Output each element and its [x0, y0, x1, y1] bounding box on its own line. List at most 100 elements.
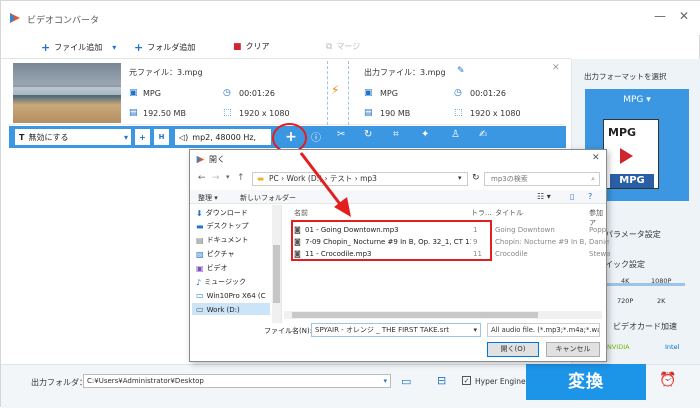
add-file-button[interactable]: + ファイル追加 ▾	[41, 41, 116, 54]
nav-label: Work (D:)	[206, 305, 240, 314]
nav-item-documents[interactable]: ▤ ドキュメント	[196, 235, 249, 245]
nav-item-desktop[interactable]: ▬ デスクトップ	[196, 221, 249, 231]
chevron-down-icon: ▾	[123, 132, 128, 142]
clear-button[interactable]: ■ クリア	[233, 41, 270, 52]
watermark-icon[interactable]: ♙	[451, 129, 460, 140]
search-placeholder: mp3の検索	[491, 175, 528, 183]
nav-item-drive-c[interactable]: ▭ Win10Pro X64 (C	[196, 291, 266, 300]
rotate-icon[interactable]: ↻	[364, 129, 372, 140]
output-duration: 00:01:26	[470, 89, 506, 98]
remove-file-icon[interactable]: ✕	[552, 63, 560, 73]
hyper-engine-checkbox[interactable]: ✓	[462, 376, 471, 385]
gpu-accel-label: ビデオカード加速	[613, 322, 677, 331]
speaker-icon: ◁)	[179, 132, 189, 142]
up-arrow-icon[interactable]: ↑	[237, 173, 245, 183]
merge-icon: ⧉	[326, 41, 333, 52]
resolution-icon: ⬚	[223, 108, 232, 118]
add-folder-button[interactable]: + フォルダ追加	[134, 41, 195, 54]
col-track[interactable]: トラ...	[471, 208, 492, 218]
file-row[interactable]: 元ファイル：3.mpg ▣ MPG ◷ 00:01:26 ▤ 192.50 MB…	[9, 59, 566, 125]
document-icon: ▤	[196, 235, 204, 245]
subtitle-edit-icon[interactable]: ✍	[479, 129, 487, 140]
text-icon: T	[19, 132, 25, 142]
merge-label: マージ	[336, 42, 361, 51]
nav-item-pictures[interactable]: ▧ ピクチャ	[196, 249, 235, 259]
cancel-button[interactable]: キャンセル	[546, 342, 600, 357]
param-settings-link[interactable]: パラメータ設定	[605, 229, 661, 240]
title-bar: ビデオコンバータ — ✕	[1, 1, 700, 35]
info-icon[interactable]: ⓘ	[311, 129, 321, 144]
refresh-icon[interactable]: ↻	[472, 173, 480, 183]
merge-button[interactable]: ⧉ マージ	[326, 41, 360, 52]
search-icon: ⌕	[591, 175, 595, 183]
forward-arrow-icon[interactable]: →	[212, 173, 220, 183]
convert-button[interactable]: 変換	[526, 364, 646, 400]
main-toolbar: + ファイル追加 ▾ + フォルダ追加 ■ クリア ⧉ マージ	[1, 35, 571, 59]
output-format: MPG	[380, 89, 398, 98]
audio-track-value: mp2, 48000 Hz,	[192, 132, 257, 142]
preview-pane-icon[interactable]: ▯	[570, 192, 574, 201]
nav-label: ドキュメント	[206, 236, 249, 244]
format-panel-title: 出力フォーマットを選択	[584, 72, 667, 81]
selected-format: MPG	[623, 95, 644, 105]
chevron-down-icon: ▾	[383, 377, 387, 385]
filesize-icon: ▤	[129, 108, 138, 118]
back-arrow-icon[interactable]: ←	[198, 173, 206, 183]
dropdown-arrow-icon[interactable]: ▾	[112, 43, 116, 52]
crop-icon[interactable]: ⌗	[393, 129, 399, 140]
filetype-select[interactable]: All audio file. (*.mp3;*.m4a;*.wa	[487, 323, 600, 337]
chevron-down-icon[interactable]: ▾	[458, 174, 462, 182]
nav-item-music[interactable]: ♪ ミュージック	[196, 277, 246, 287]
filename-label: ファイル名(N):	[264, 327, 313, 335]
file-title: Going Downtown	[495, 226, 555, 234]
col-name[interactable]: 名前	[294, 208, 308, 218]
scroll-thumb[interactable]	[273, 245, 280, 303]
chevron-down-icon: ▾	[646, 95, 651, 105]
organize-menu[interactable]: 整理 ▾	[198, 193, 218, 203]
output-resolution: 1920 x 1080	[470, 109, 521, 118]
alarm-clock-icon[interactable]: ⏰	[659, 372, 676, 388]
close-icon[interactable]: ✕	[592, 153, 600, 163]
search-input[interactable]: mp3の検索 ⌕	[484, 172, 600, 186]
chevron-down-icon[interactable]: ▾	[265, 129, 270, 140]
clear-label: クリア	[245, 42, 270, 51]
nav-scrollbar[interactable]	[272, 205, 281, 323]
subtitle-select[interactable]: T 無効にする ▾	[15, 129, 131, 145]
col-artist[interactable]: 参加ア	[589, 208, 606, 228]
file-list-scrollbar[interactable]	[284, 311, 602, 319]
nav-item-downloads[interactable]: ⬇ ダウンロード	[196, 208, 248, 218]
effect-icon[interactable]: ✦	[421, 129, 429, 140]
file-title: Chopin: Nocturne #9 In B, Op. 32_1, CT 1…	[495, 238, 587, 246]
app-logo-icon	[10, 13, 20, 23]
open-button[interactable]: 開く(O)	[487, 342, 539, 357]
audio-track-select[interactable]: ◁) mp2, 48000 Hz,	[175, 129, 271, 145]
nvidia-logo: NVIDIA	[607, 343, 630, 351]
file-title: Crocodile	[495, 250, 528, 258]
add-subtitle-button[interactable]: +	[135, 129, 150, 145]
nav-item-videos[interactable]: ▣ ビデオ	[196, 263, 228, 273]
video-thumbnail[interactable]	[13, 63, 121, 123]
subtitle-edit-button[interactable]: H	[154, 129, 169, 145]
scroll-thumb[interactable]	[292, 312, 538, 318]
filename-input[interactable]: SPYAIR - オレンジ _ THE FIRST TAKE.srt ▾	[311, 323, 481, 337]
file-artist: Stewa	[589, 250, 611, 258]
view-options-icon[interactable]: ☷ ▾	[537, 192, 551, 201]
dialog-title-bar: 開く ✕	[190, 150, 606, 168]
output-settings-icon[interactable]: ⊟	[437, 374, 446, 387]
help-icon[interactable]: ?	[588, 192, 592, 201]
chevron-down-icon[interactable]: ▾	[226, 173, 230, 181]
address-bar[interactable]: ▬ PC › Work (D:) › テスト › mp3	[252, 172, 468, 186]
folder-icon[interactable]: ▭	[401, 375, 411, 388]
edit-pencil-icon[interactable]: ✎	[457, 66, 465, 76]
col-title[interactable]: タイトル	[495, 208, 523, 218]
nav-item-drive-d[interactable]: ▭ Work (D:)	[196, 305, 240, 314]
cut-icon[interactable]: ✂	[337, 129, 345, 140]
close-button[interactable]: ✕	[677, 9, 691, 23]
output-folder-label: 出力フォルダ：	[31, 378, 87, 387]
new-folder-button[interactable]: 新しいフォルダー	[240, 193, 296, 203]
file-artist: Popp	[589, 226, 607, 234]
minimize-button[interactable]: —	[653, 9, 667, 23]
subtitle-value: 無効にする	[28, 132, 69, 142]
quality-720p: 720P	[617, 297, 634, 305]
output-folder-field[interactable]: C:¥Users¥Administrator¥Desktop ▾	[83, 374, 391, 388]
